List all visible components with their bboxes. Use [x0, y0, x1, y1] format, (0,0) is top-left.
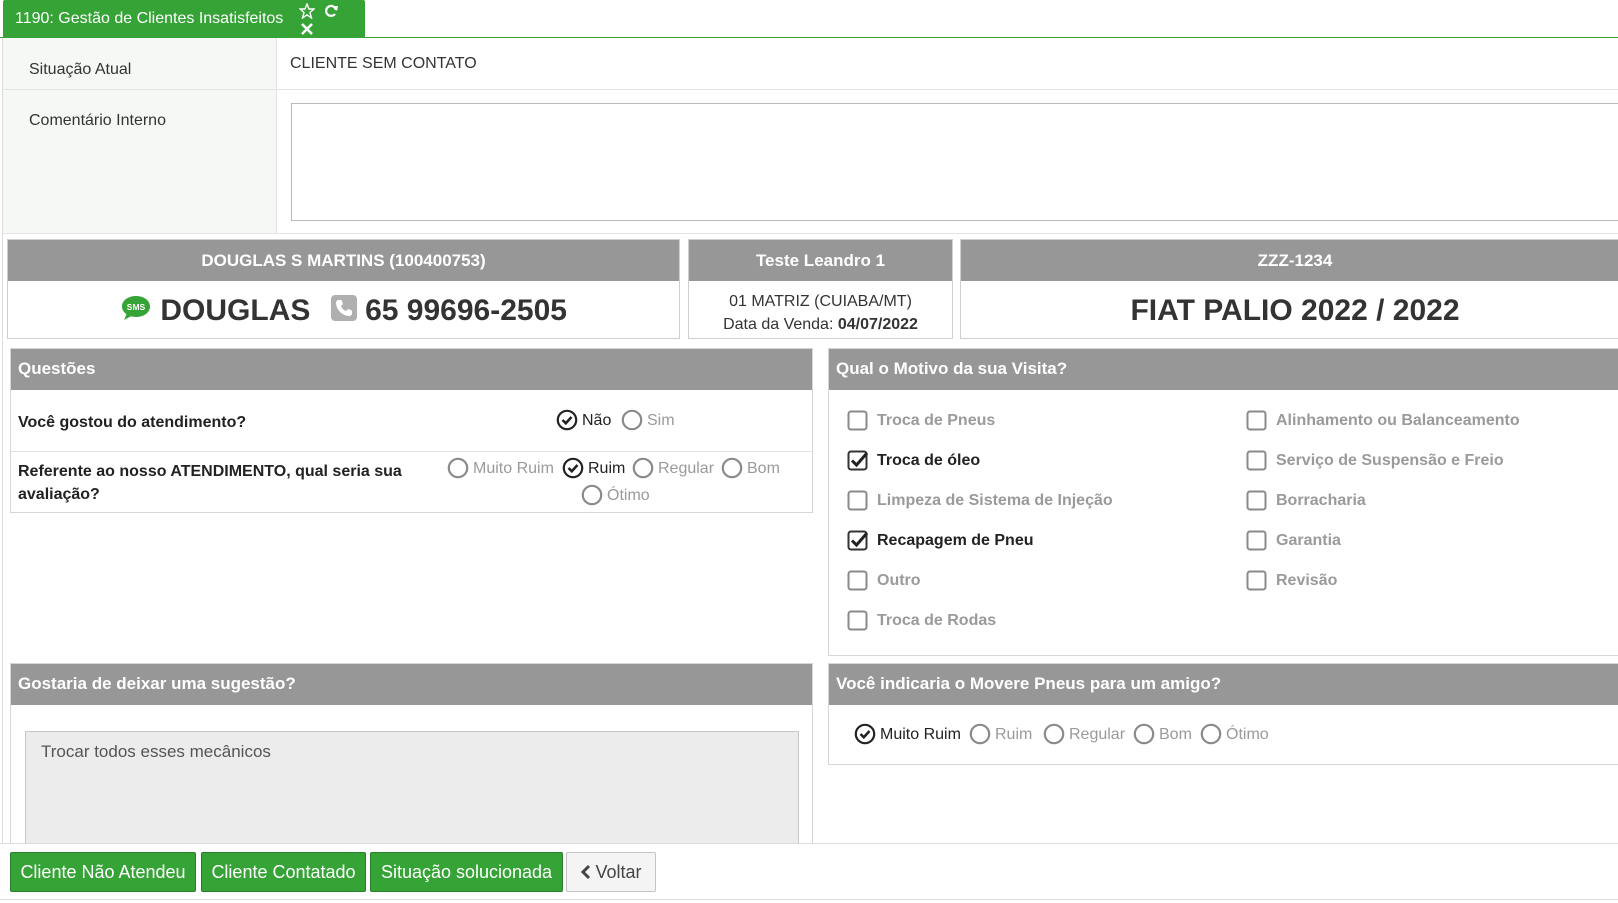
sale-date: 04/07/2022 — [837, 316, 918, 333]
customer-phone: 65 99696-2505 — [365, 294, 567, 327]
question-text: Referente ao nosso ATENDIMENTO, qual ser… — [18, 463, 402, 503]
situacao-value: CLIENTE SEM CONTATO — [290, 55, 477, 72]
voltar-button[interactable]: Voltar — [566, 852, 656, 892]
checkbox-unchecked-icon — [1246, 490, 1267, 511]
radio-empty-icon — [621, 409, 643, 431]
voltar-label: Voltar — [595, 862, 642, 882]
checkbox-unchecked-icon — [847, 410, 868, 431]
footer-divider — [0, 899, 1618, 900]
tab-bar: 1190: Gestão de Clientes Insatisfeitos — [0, 0, 1618, 38]
refresh-icon[interactable] — [323, 3, 339, 19]
questoes-panel: Questões Você gostou do atendimento? Não… — [10, 348, 813, 513]
checkbox-checked-icon — [847, 450, 869, 471]
customer-name: DOUGLAS — [160, 294, 311, 327]
close-icon[interactable] — [299, 21, 315, 37]
radio-selected-icon — [854, 723, 876, 745]
comentario-label: Comentário Interno — [3, 90, 277, 233]
checkbox-unchecked-icon — [847, 570, 868, 591]
questoes-title: Questões — [11, 349, 812, 390]
vehicle-card: ZZZ-1234 FIAT PALIO 2022 / 2022 — [960, 239, 1618, 339]
sms-icon[interactable]: SMS — [120, 294, 152, 330]
indicaria-panel: Você indicaria o Movere Pneus para um am… — [828, 663, 1618, 765]
comentario-textarea[interactable] — [291, 103, 1618, 221]
radio-empty-icon — [1043, 723, 1065, 745]
vehicle-plate: ZZZ-1234 — [961, 240, 1618, 281]
question-row: Referente ao nosso ATENDIMENTO, qual ser… — [11, 452, 812, 513]
footer-toolbar: Cliente Não Atendeu Cliente Contatado Si… — [0, 843, 1618, 903]
sugestao-title: Gostaria de deixar uma sugestão? — [11, 664, 812, 705]
customer-card: DOUGLAS S MARTINS (100400753) SMS DOUGLA… — [7, 239, 680, 339]
cliente-contatado-button[interactable]: Cliente Contatado — [201, 852, 366, 892]
motivo-panel: Qual o Motivo da sua Visita? Troca de Pn… — [828, 348, 1618, 656]
sale-date-label: Data da Venda: — [723, 316, 834, 333]
checkbox-unchecked-icon — [1246, 450, 1267, 471]
tab-title: 1190: Gestão de Clientes Insatisfeitos — [15, 10, 284, 27]
radio-empty-icon — [581, 484, 603, 506]
motivo-title: Qual o Motivo da sua Visita? — [829, 349, 1618, 390]
radio-selected-icon — [562, 457, 584, 479]
seller-header: Teste Leandro 1 — [689, 240, 952, 281]
star-icon[interactable] — [299, 3, 315, 19]
sugestao-textarea[interactable]: Trocar todos esses mecânicos — [25, 731, 799, 851]
radio-empty-icon — [447, 457, 469, 479]
checkbox-checked-icon — [847, 530, 869, 551]
comentario-row: Comentário Interno — [3, 90, 1618, 234]
question-text: Você gostou do atendimento? — [18, 414, 247, 431]
situacao-row: Situação Atual CLIENTE SEM CONTATO — [3, 38, 1618, 90]
vehicle-model: FIAT PALIO — [1130, 294, 1293, 327]
radio-empty-icon — [1133, 723, 1155, 745]
situacao-label: Situação Atual — [3, 38, 277, 89]
radio-empty-icon — [721, 457, 743, 479]
radio-empty-icon — [1200, 723, 1222, 745]
checkbox-unchecked-icon — [1246, 570, 1267, 591]
checkbox-unchecked-icon — [1246, 410, 1267, 431]
radio-empty-icon — [632, 457, 654, 479]
checkbox-unchecked-icon — [847, 610, 868, 631]
question-row: Você gostou do atendimento? Não Sim — [11, 390, 812, 452]
tab-gestao-clientes[interactable]: 1190: Gestão de Clientes Insatisfeitos — [3, 0, 365, 38]
radio-empty-icon — [969, 723, 991, 745]
cliente-nao-atendeu-button[interactable]: Cliente Não Atendeu — [10, 852, 196, 892]
situacao-solucionada-button[interactable]: Situação solucionada — [370, 852, 563, 892]
checkbox-unchecked-icon — [1246, 530, 1267, 551]
customer-header: DOUGLAS S MARTINS (100400753) — [8, 240, 679, 281]
sms-badge-text: SMS — [127, 302, 146, 312]
indicaria-title: Você indicaria o Movere Pneus para um am… — [829, 664, 1618, 705]
sugestao-panel: Gostaria de deixar uma sugestão? Trocar … — [10, 663, 813, 851]
seller-card: Teste Leandro 1 01 MATRIZ (CUIABA/MT) Da… — [688, 239, 953, 339]
vehicle-year: 2022 / 2022 — [1301, 294, 1460, 327]
store-name: 01 MATRIZ (CUIABA/MT) — [729, 293, 912, 310]
phone-icon[interactable] — [330, 295, 357, 329]
radio-selected-icon — [556, 409, 578, 431]
chevron-left-icon — [581, 864, 591, 880]
checkbox-unchecked-icon — [847, 490, 868, 511]
